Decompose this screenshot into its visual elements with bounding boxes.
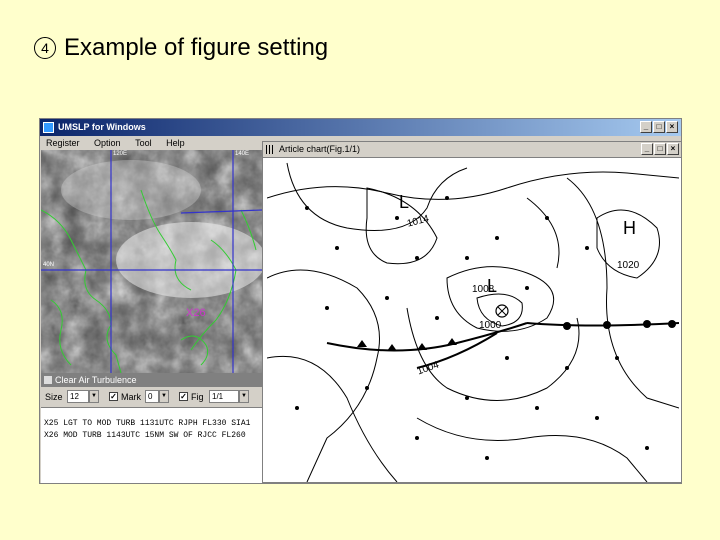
pressure-high: H [623, 218, 636, 238]
cat-report-line: X25 LGT TO MOD TURB 1131UTC RJPH FL330 S… [44, 419, 251, 428]
mark-label: Mark [121, 392, 141, 402]
slide-number: 4 [34, 37, 56, 59]
mark-dropdown-icon[interactable]: ▼ [159, 390, 169, 403]
chart-close-button[interactable]: × [667, 143, 679, 155]
size-select[interactable]: 12 [67, 390, 89, 403]
fig-dropdown-icon[interactable]: ▼ [239, 390, 249, 403]
cat-panel-icon [44, 376, 52, 384]
isobar-label: 1008 [472, 284, 495, 295]
menu-option[interactable]: Option [94, 138, 121, 148]
lon-label-left: 120E [113, 151, 128, 157]
maximize-button[interactable]: □ [653, 121, 665, 133]
chart-minimize-button[interactable]: _ [641, 143, 653, 155]
isobar-label: 1020 [617, 260, 640, 271]
pressure-low-1: L [399, 192, 410, 212]
cat-toolbar: Size 12 ▼ ✓ Mark 0 ▼ ✓ Fig 1/1 ▼ [41, 387, 262, 407]
menu-help[interactable]: Help [166, 138, 185, 148]
chart-window-titlebar[interactable]: Article chart(Fig.1/1) _ □ × [263, 142, 681, 158]
cat-report-line: X26 MOD TURB 1143UTC 15NM SW OF RJCC FL2… [44, 431, 246, 440]
chart-maximize-button[interactable]: □ [654, 143, 666, 155]
fig-label: Fig [191, 392, 204, 402]
turbulence-marker[interactable]: X26 [186, 307, 206, 319]
menu-register[interactable]: Register [46, 138, 80, 148]
fig-checkbox[interactable]: ✓ [179, 392, 188, 401]
main-window-titlebar[interactable]: UMSLP for Windows _ □ × [40, 119, 681, 136]
main-window-title: UMSLP for Windows [58, 122, 146, 132]
isobar-label: 1000 [479, 320, 502, 331]
article-chart-window: Article chart(Fig.1/1) _ □ × L L H 1014 … [262, 141, 682, 483]
close-button[interactable]: × [666, 121, 678, 133]
lat-label: 40N [43, 262, 55, 268]
minimize-button[interactable]: _ [640, 121, 652, 133]
size-label: Size [45, 392, 63, 402]
mark-select[interactable]: 0 [145, 390, 159, 403]
size-dropdown-icon[interactable]: ▼ [89, 390, 99, 403]
cat-panel-titlebar[interactable]: Clear Air Turbulence [41, 373, 262, 387]
satellite-image[interactable]: 120E 140E 40N X26 [41, 150, 262, 373]
chart-window-title: Article chart(Fig.1/1) [279, 144, 361, 154]
weather-chart[interactable]: L L H 1014 1008 1000 1004 1020 [267, 158, 679, 482]
fig-select[interactable]: 1/1 [209, 390, 239, 403]
slide-title-text: Example of figure setting [64, 34, 329, 61]
cat-panel-title: Clear Air Turbulence [55, 375, 137, 385]
menu-tool[interactable]: Tool [135, 138, 152, 148]
lon-label-right: 140E [235, 151, 250, 157]
slide-title: 4 Example of figure setting [34, 34, 328, 62]
chart-window-icon [266, 145, 275, 154]
app-icon [43, 122, 54, 133]
cat-report-text[interactable]: X25 LGT TO MOD TURB 1131UTC RJPH FL330 S… [41, 407, 262, 483]
umslp-main-window: UMSLP for Windows _ □ × Register Option … [39, 118, 682, 484]
mark-checkbox[interactable]: ✓ [109, 392, 118, 401]
